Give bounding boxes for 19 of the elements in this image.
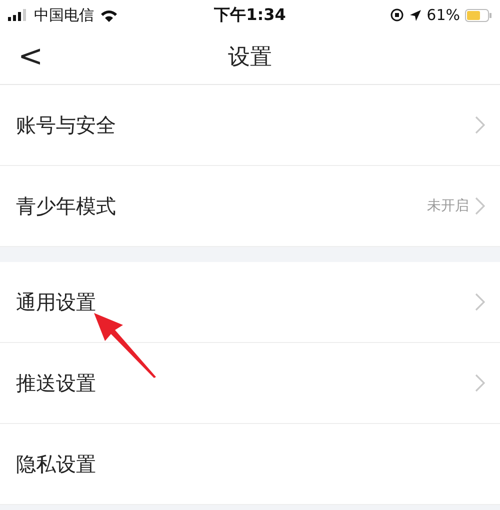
carrier-name: 中国电信 bbox=[34, 6, 94, 24]
settings-row[interactable]: 账号与安全 bbox=[0, 85, 500, 166]
row-label: 通用设置 bbox=[16, 288, 97, 316]
wifi-icon bbox=[100, 8, 118, 22]
row-label: 推送设置 bbox=[16, 370, 97, 396]
settings-row[interactable]: 隐私设置 bbox=[0, 424, 500, 505]
row-value: 未开启 bbox=[427, 197, 469, 215]
row-label: 账号与安全 bbox=[16, 112, 117, 138]
orientation-lock-icon bbox=[390, 8, 404, 22]
battery-icon bbox=[465, 8, 492, 22]
signal-icon bbox=[8, 9, 28, 21]
clock-time: 下午1:34 bbox=[214, 4, 286, 26]
settings-row[interactable]: 青少年模式 未开启 bbox=[0, 166, 500, 247]
row-label: 隐私设置 bbox=[16, 450, 97, 478]
battery-percent: 61% bbox=[426, 6, 460, 24]
row-label: 青少年模式 bbox=[16, 192, 117, 220]
page-title: 设置 bbox=[228, 44, 272, 72]
back-button[interactable]: < bbox=[0, 42, 62, 72]
location-arrow-icon bbox=[408, 8, 422, 22]
